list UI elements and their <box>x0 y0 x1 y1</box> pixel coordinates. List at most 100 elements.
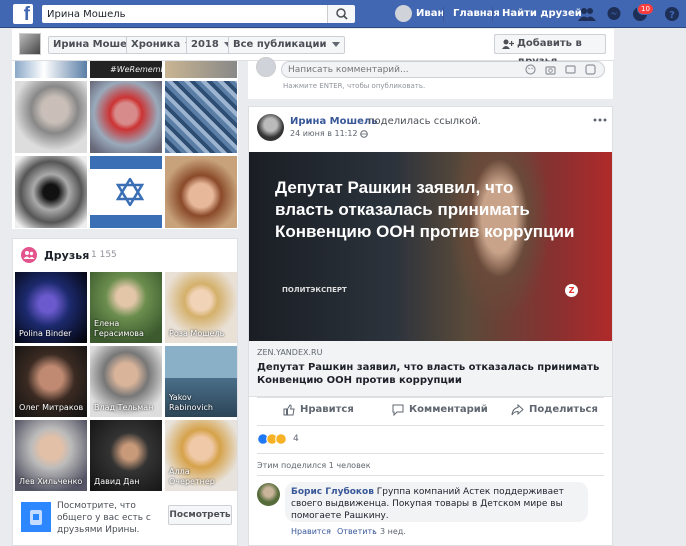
photos-grid: #WeRemember <box>12 61 238 229</box>
photo-thumbnail[interactable] <box>90 81 162 153</box>
link-domain: ZEN.YANDEX.RU <box>257 348 323 357</box>
comment-button[interactable]: Комментарий <box>409 404 488 415</box>
chevron-down-icon <box>331 41 340 47</box>
left-column: #WeRemember Друзья · 1 155 Polina Binder… <box>12 61 238 546</box>
friend-tile[interactable]: Олег Митраков <box>15 346 87 417</box>
comment-hint: Нажмите ENTER, чтобы опубликовать. <box>283 82 426 90</box>
messenger-icon[interactable] <box>606 6 622 22</box>
friend-name[interactable]: Лев Хильченко <box>19 477 82 487</box>
friend-name[interactable]: Polina Binder <box>19 329 71 339</box>
photo-thumbnail[interactable] <box>165 61 237 78</box>
shares-count[interactable]: Этим поделился 1 человек <box>257 461 371 470</box>
filter-dropdown[interactable]: Все публикации <box>228 36 345 54</box>
friend-requests-icon[interactable] <box>578 6 596 22</box>
reactions-count[interactable]: 4 <box>293 434 299 444</box>
post-time[interactable]: 24 июня в 11:12 <box>290 129 358 138</box>
friends-prompt-text: Посмотрите, что общего у вас есть с друз… <box>57 501 151 535</box>
photo-thumbnail[interactable] <box>15 81 87 153</box>
friend-name[interactable]: Давид Дан <box>94 477 140 487</box>
post-author[interactable]: Ирина Мошель <box>290 116 378 127</box>
friend-name[interactable]: Олег Митраков <box>19 403 83 413</box>
like-button[interactable]: Нравится <box>300 404 354 415</box>
post-card: Ирина Мошель поделилась ссылкой. 24 июня… <box>248 106 613 546</box>
like-icon[interactable] <box>283 404 295 416</box>
friend-tile[interactable]: Роза Мошель <box>165 272 237 343</box>
notifications-badge: 10 <box>637 3 654 15</box>
post-time-separator: · <box>354 129 357 138</box>
gif-icon[interactable] <box>565 64 576 75</box>
globe-icon <box>360 130 368 138</box>
friend-tile[interactable]: Влад Тельман <box>90 346 162 417</box>
comment-input[interactable] <box>281 61 605 78</box>
emoji-icon[interactable] <box>525 64 536 75</box>
find-friends-link[interactable]: Найти друзей <box>502 8 582 19</box>
facebook-logo[interactable]: f <box>13 4 33 25</box>
friend-name[interactable]: Алла Очеретнер <box>169 467 219 487</box>
friend-tile[interactable]: Yakov Rabinovich <box>165 346 237 417</box>
timeline-navigation-bar: Ирина Мошель Хроника 2018 Все публикации… <box>12 29 614 67</box>
friends-dot: · <box>85 250 88 260</box>
link-title: Депутат Рашкин заявил, что власть отказа… <box>257 362 600 386</box>
divider <box>257 453 604 454</box>
share-icon[interactable] <box>511 404 524 416</box>
comment-reply-link[interactable]: Ответить <box>337 527 377 536</box>
friend-name[interactable]: Влад Тельман <box>94 403 153 413</box>
more-options-icon[interactable] <box>593 117 607 123</box>
image-badge: Z <box>565 284 578 297</box>
reactions-icon[interactable] <box>257 433 291 445</box>
search-button[interactable] <box>327 5 355 23</box>
photo-thumbnail[interactable]: #WeRemember <box>90 61 162 78</box>
friends-title[interactable]: Друзья <box>44 249 89 262</box>
nav-divider <box>443 7 444 21</box>
year-label: 2018 <box>191 39 219 50</box>
comment-icon[interactable] <box>392 404 404 416</box>
profile-thumbnail[interactable] <box>19 33 41 55</box>
add-friend-icon <box>502 39 514 49</box>
comment-author[interactable]: Борис Глубоков <box>291 487 374 497</box>
friends-prompt-image <box>21 502 51 532</box>
friends-count: 1 155 <box>91 250 117 260</box>
friend-tile[interactable]: Давид Дан <box>90 420 162 491</box>
photo-thumbnail[interactable] <box>15 156 87 228</box>
image-source: ПОЛИТЭКСПЕРТ <box>282 286 347 294</box>
nav-divider <box>492 7 493 21</box>
friend-name[interactable]: Елена Герасимова <box>94 319 154 339</box>
commenter-avatar <box>256 57 276 77</box>
post-action: поделилась ссылкой. <box>368 116 481 127</box>
user-name-link[interactable]: Иван <box>416 8 444 19</box>
filter-label: Все публикации <box>233 39 327 50</box>
top-navigation-bar: f Иван Главная Найти друзей 10 ? <box>0 0 686 28</box>
comment-composer: Нажмите ENTER, чтобы опубликовать. <box>248 57 613 99</box>
user-avatar[interactable] <box>395 5 412 22</box>
friend-name[interactable]: Роза Мошель <box>169 329 224 339</box>
add-friend-button[interactable]: Добавить в друзья <box>494 34 606 67</box>
friend-tile[interactable]: Лев Хильченко <box>15 420 87 491</box>
divider <box>257 475 604 476</box>
people-icon <box>30 510 42 525</box>
help-icon[interactable]: ? <box>664 6 680 22</box>
photo-thumbnail[interactable] <box>90 156 162 228</box>
comment-time[interactable]: 3 нед. <box>380 527 406 536</box>
search-input[interactable] <box>42 5 327 23</box>
friends-panel: Друзья · 1 155 Polina Binder Елена Герас… <box>12 238 238 546</box>
link-preview-image[interactable]: Депутат Рашкин заявил, что власть отказа… <box>249 152 612 341</box>
sticker-icon[interactable] <box>585 64 596 75</box>
photo-caption: #WeRemember <box>110 65 162 74</box>
photo-thumbnail[interactable] <box>165 156 237 228</box>
link-meta[interactable]: ZEN.YANDEX.RU Депутат Рашкин заявил, что… <box>249 341 612 397</box>
friend-tile[interactable]: Елена Герасимова <box>90 272 162 343</box>
divider <box>257 425 604 426</box>
comment-author-avatar[interactable] <box>257 483 280 506</box>
photo-thumbnail[interactable] <box>15 61 87 78</box>
share-button[interactable]: Поделиться <box>529 404 598 415</box>
friend-tile[interactable]: Алла Очеретнер <box>165 420 237 491</box>
comment-like-link[interactable]: Нравится <box>291 527 331 536</box>
author-avatar[interactable] <box>257 114 284 141</box>
see-button[interactable]: Посмотреть <box>168 505 232 525</box>
friend-name[interactable]: Yakov Rabinovich <box>169 393 219 413</box>
chronicle-label: Хроника <box>131 39 181 50</box>
camera-icon[interactable] <box>545 64 556 75</box>
photo-thumbnail[interactable] <box>165 81 237 153</box>
divider <box>257 397 604 398</box>
friend-tile[interactable]: Polina Binder <box>15 272 87 343</box>
